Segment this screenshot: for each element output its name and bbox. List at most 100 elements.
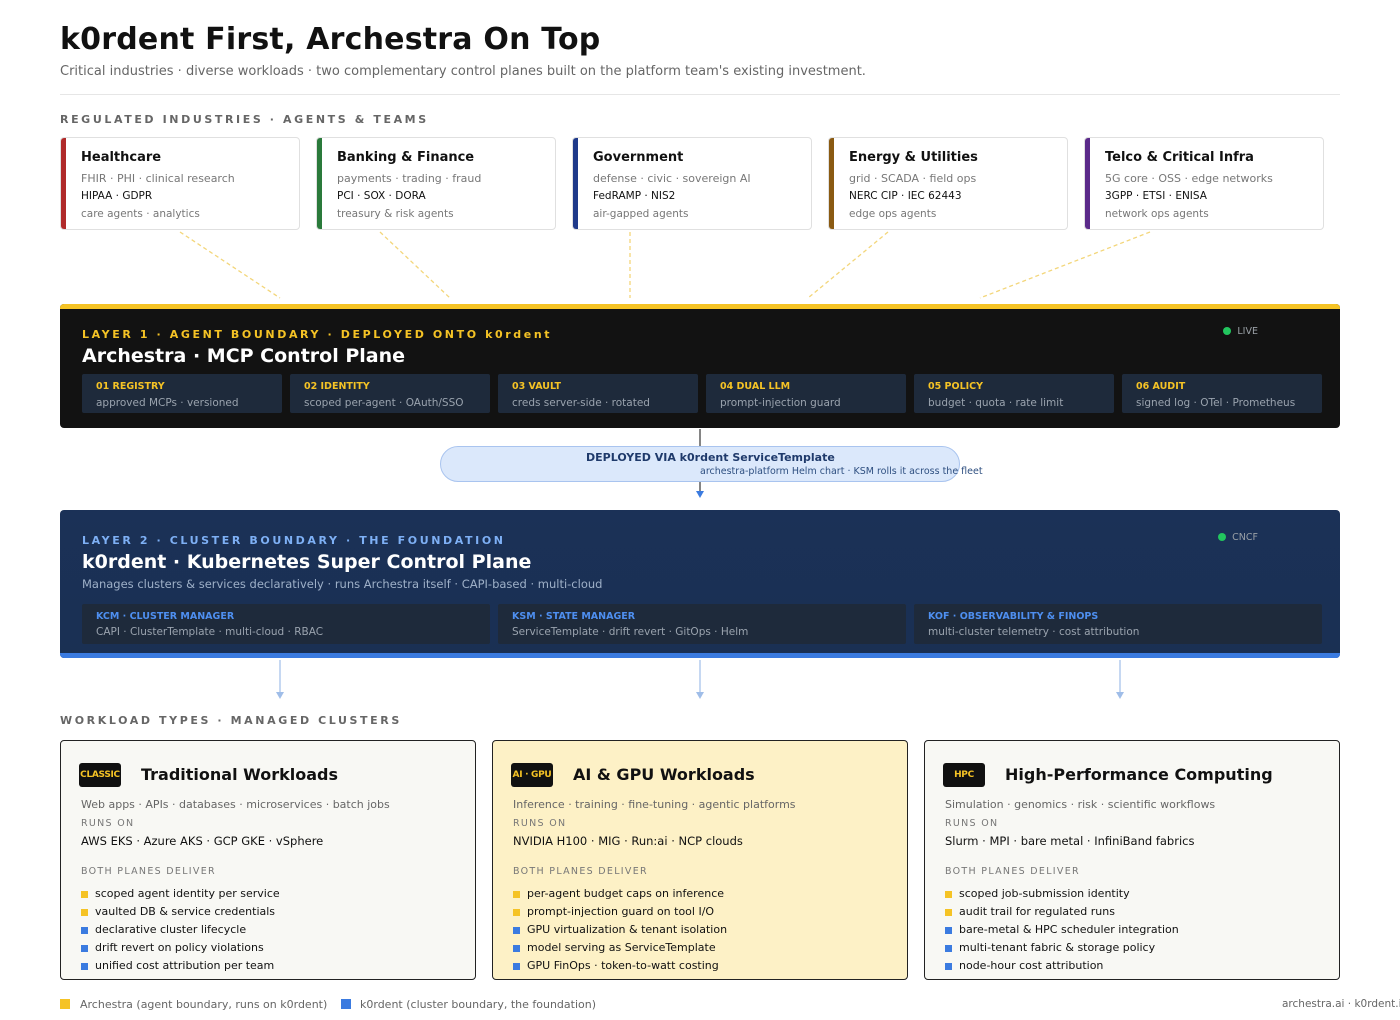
capability-title: 06 AUDIT <box>1136 381 1186 392</box>
deliverables-list: per-agent budget caps on inference promp… <box>513 885 727 975</box>
archestra-marker-icon <box>513 891 520 898</box>
archestra-marker-icon <box>945 891 952 898</box>
industry-desc: grid · SCADA · field ops <box>849 172 977 185</box>
industry-agents: network ops agents <box>1105 208 1209 220</box>
industry-desc: defense · civic · sovereign AI <box>593 172 751 185</box>
industry-connector <box>179 231 281 299</box>
list-item: scoped agent identity per service <box>81 885 280 903</box>
workload-arrow-head <box>276 692 284 699</box>
module-kcm: KCM · CLUSTER MANAGER CAPI · ClusterTemp… <box>82 604 490 644</box>
workload-title: AI & GPU Workloads <box>573 765 755 784</box>
capability-desc: approved MCPs · versioned <box>96 397 239 409</box>
industry-regulations: PCI · SOX · DORA <box>337 190 426 202</box>
industry-connector <box>979 231 1151 299</box>
capability-desc: prompt-injection guard <box>720 397 841 409</box>
module-title: KOF · OBSERVABILITY & FINOPS <box>928 611 1099 622</box>
deliverable-text: audit trail for regulated runs <box>959 905 1115 918</box>
deliverable-text: prompt-injection guard on tool I/O <box>527 905 715 918</box>
industry-name: Government <box>593 150 684 165</box>
workload-arrow-head <box>1116 692 1124 699</box>
list-item: scoped job-submission identity <box>945 885 1179 903</box>
list-item: GPU FinOps · token-to-watt costing <box>513 957 727 975</box>
capability-title: 05 POLICY <box>928 381 984 392</box>
k0rdent-marker-icon <box>81 945 88 952</box>
layer1-status: LIVE <box>1223 326 1258 337</box>
industry-regulations: NERC CIP · IEC 62443 <box>849 190 962 202</box>
list-item: unified cost attribution per team <box>81 957 280 975</box>
industry-name: Telco & Critical Infra <box>1105 150 1254 165</box>
industry-desc: FHIR · PHI · clinical research <box>81 172 235 185</box>
industry-name: Healthcare <box>81 150 162 165</box>
capability-audit: 06 AUDIT signed log · OTel · Prometheus <box>1122 374 1322 413</box>
module-title: KCM · CLUSTER MANAGER <box>96 611 235 622</box>
workload-badge: CLASSIC <box>79 763 121 787</box>
k0rdent-marker-icon <box>513 945 520 952</box>
layer2-desc: Manages clusters & services declarativel… <box>82 577 603 591</box>
list-item: node-hour cost attribution <box>945 957 1179 975</box>
layer2-k0rdent-panel: LAYER 2 · CLUSTER BOUNDARY · THE FOUNDAT… <box>60 510 1340 658</box>
runs-on-label: RUNS ON <box>513 818 567 829</box>
workload-desc: Web apps · APIs · databases · microservi… <box>81 798 390 811</box>
capability-desc: scoped per-agent · OAuth/SSO <box>304 397 464 409</box>
capability-title: 01 REGISTRY <box>96 381 165 392</box>
industry-connector <box>807 231 889 299</box>
industry-card-energy: Energy & Utilities grid · SCADA · field … <box>828 137 1068 230</box>
capability-registry: 01 REGISTRY approved MCPs · versioned <box>82 374 282 413</box>
runs-on-label: RUNS ON <box>81 818 135 829</box>
k0rdent-marker-icon <box>513 963 520 970</box>
industry-agents: air-gapped agents <box>593 208 689 220</box>
archestra-marker-icon <box>945 909 952 916</box>
runs-on-value: AWS EKS · Azure AKS · GCP GKE · vSphere <box>81 834 324 848</box>
industry-card-government: Government defense · civic · sovereign A… <box>572 137 812 230</box>
k0rdent-marker-icon <box>945 927 952 934</box>
list-item: GPU virtualization & tenant isolation <box>513 921 727 939</box>
industries-row: Healthcare FHIR · PHI · clinical researc… <box>60 137 1340 231</box>
capability-identity: 02 IDENTITY scoped per-agent · OAuth/SSO <box>290 374 490 413</box>
archestra-marker-icon <box>81 891 88 898</box>
module-desc: multi-cluster telemetry · cost attributi… <box>928 626 1140 638</box>
both-planes-label: BOTH PLANES DELIVER <box>513 866 648 877</box>
deliverable-text: multi-tenant fabric & storage policy <box>959 941 1156 954</box>
industry-name: Banking & Finance <box>337 150 475 165</box>
deploy-arrow-head <box>696 491 704 498</box>
module-desc: CAPI · ClusterTemplate · multi-cloud · R… <box>96 626 324 638</box>
runs-on-value: NVIDIA H100 · MIG · Run:ai · NCP clouds <box>513 834 743 848</box>
industry-accent-bar <box>829 138 834 229</box>
capability-policy: 05 POLICY budget · quota · rate limit <box>914 374 1114 413</box>
archestra-marker-icon <box>81 909 88 916</box>
industry-card-healthcare: Healthcare FHIR · PHI · clinical researc… <box>60 137 300 230</box>
capability-title: 03 VAULT <box>512 381 561 392</box>
capability-desc: budget · quota · rate limit <box>928 397 1064 409</box>
deploy-pill-title: DEPLOYED VIA k0rdent ServiceTemplate <box>586 451 835 464</box>
layer1-status-label: LIVE <box>1237 326 1258 337</box>
footer-links: archestra.ai · k0rdent.io <box>1282 998 1400 1010</box>
list-item: vaulted DB & service credentials <box>81 903 280 921</box>
module-desc: ServiceTemplate · drift revert · GitOps … <box>512 626 749 638</box>
deliverable-text: bare-metal & HPC scheduler integration <box>959 923 1179 936</box>
layer2-status-label: CNCF <box>1232 532 1258 543</box>
industry-desc: 5G core · OSS · edge networks <box>1105 172 1273 185</box>
runs-on-label: RUNS ON <box>945 818 999 829</box>
list-item: per-agent budget caps on inference <box>513 885 727 903</box>
deploy-pill-subtitle: archestra-platform Helm chart · KSM roll… <box>700 466 983 477</box>
industry-accent-bar <box>61 138 66 229</box>
deliverables-list: scoped agent identity per service vaulte… <box>81 885 280 975</box>
k0rdent-marker-icon <box>81 963 88 970</box>
industry-regulations: FedRAMP · NIS2 <box>593 190 676 202</box>
legend-archestra-label: Archestra (agent boundary, runs on k0rde… <box>80 998 328 1011</box>
industry-agents: edge ops agents <box>849 208 937 220</box>
page-subtitle: Critical industries · diverse workloads … <box>60 64 866 79</box>
list-item: prompt-injection guard on tool I/O <box>513 903 727 921</box>
layer2-accent-bar <box>60 653 1340 658</box>
workload-card-traditional: CLASSIC Traditional Workloads Web apps ·… <box>60 740 476 980</box>
capability-title: 02 IDENTITY <box>304 381 370 392</box>
workload-badge: AI · GPU <box>511 763 553 787</box>
industry-regulations: 3GPP · ETSI · ENISA <box>1105 190 1207 202</box>
layer2-status: CNCF <box>1218 532 1258 543</box>
deliverable-text: declarative cluster lifecycle <box>95 923 247 936</box>
capability-title: 04 DUAL LLM <box>720 381 791 392</box>
list-item: bare-metal & HPC scheduler integration <box>945 921 1179 939</box>
industry-connector <box>379 231 451 299</box>
module-kof: KOF · OBSERVABILITY & FINOPS multi-clust… <box>914 604 1322 644</box>
industry-accent-bar <box>573 138 578 229</box>
